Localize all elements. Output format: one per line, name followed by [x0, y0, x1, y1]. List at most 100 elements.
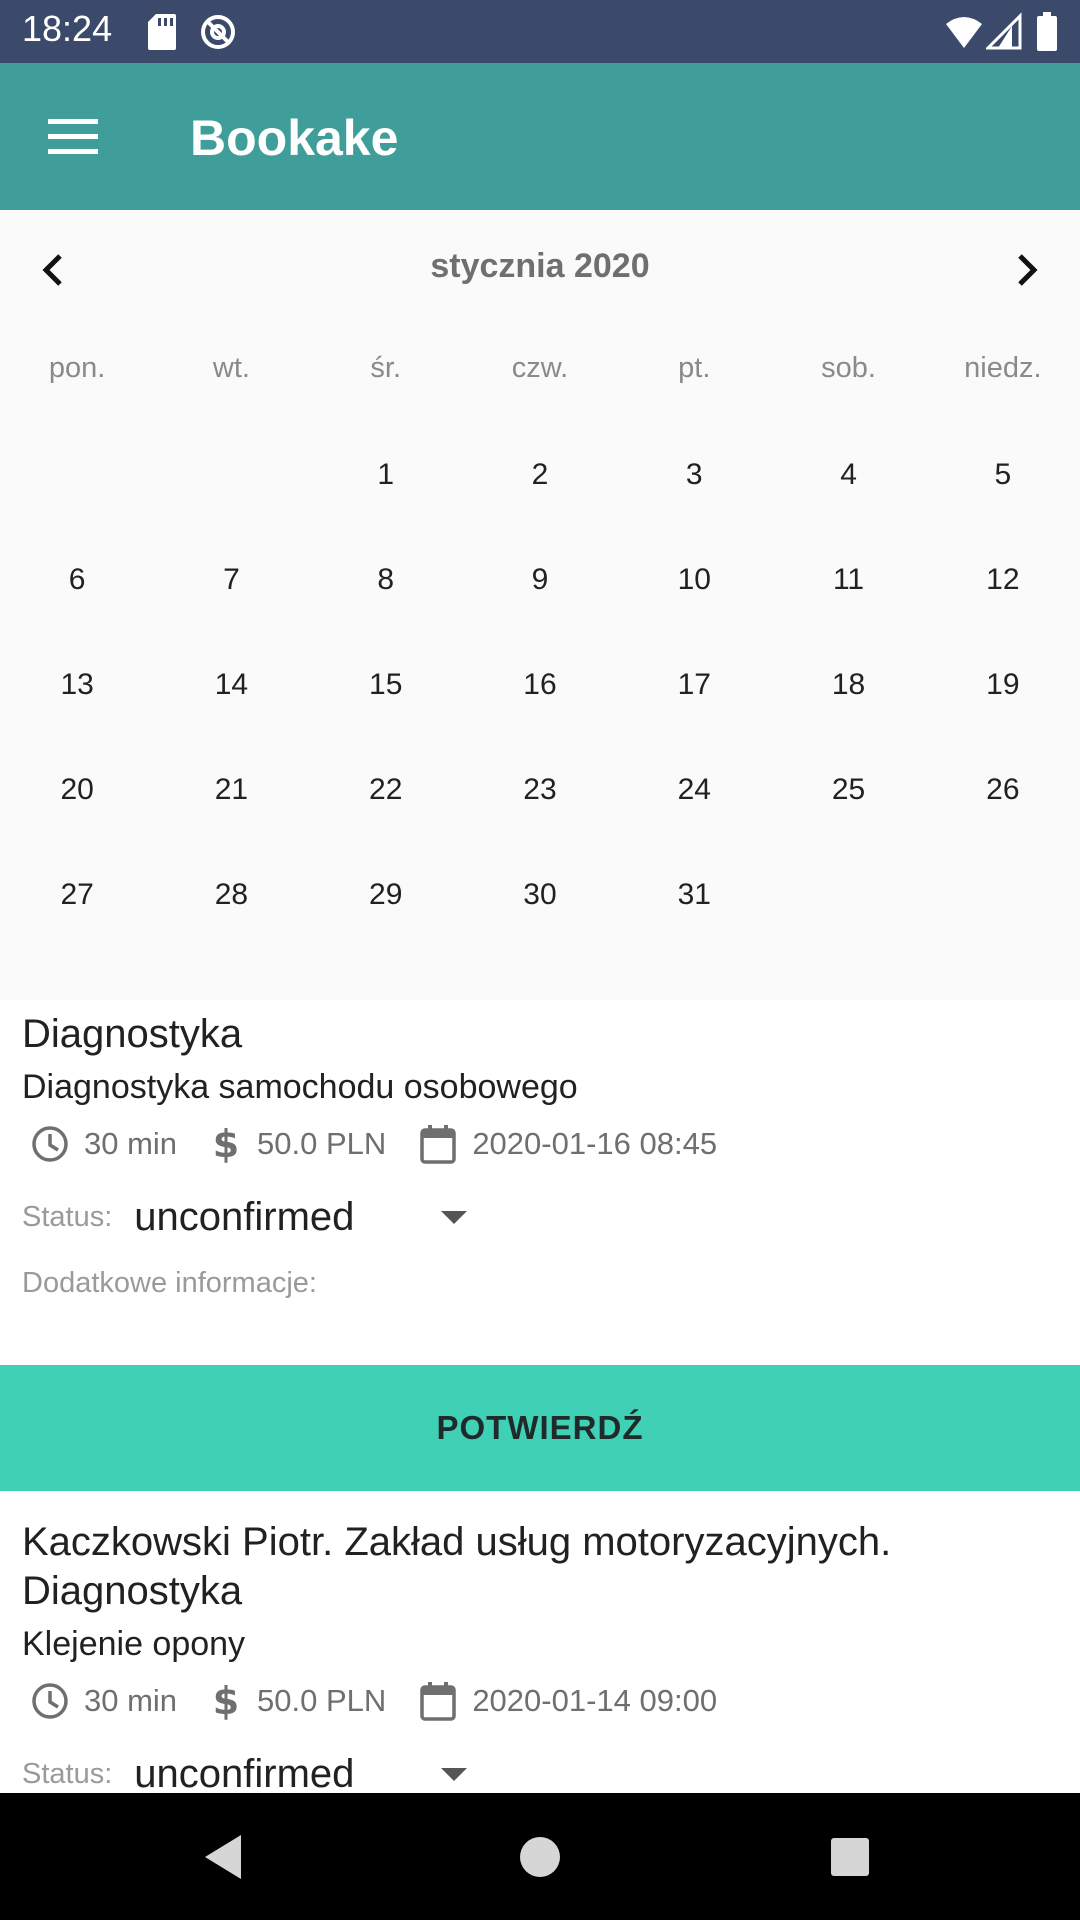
- calendar-day-empty: [771, 875, 925, 980]
- calendar-day-empty: [0, 455, 154, 560]
- dollar-icon: $: [213, 1681, 239, 1721]
- calendar-week-row: 27 28 29 30 31: [0, 875, 1080, 980]
- menu-button[interactable]: [26, 99, 120, 175]
- calendar: stycznia 2020 pon. wt. śr. czw. pt. sob.…: [0, 210, 1080, 1000]
- svg-text:$: $: [213, 1681, 239, 1721]
- weekday-label: pon.: [48, 352, 106, 384]
- hamburger-menu-icon: [48, 119, 98, 154]
- calendar-day[interactable]: 17: [617, 665, 771, 770]
- calendar-week-row: 1 2 3 4 5: [0, 455, 1080, 560]
- calendar-day[interactable]: 11: [771, 560, 925, 665]
- recents-button[interactable]: [820, 1827, 880, 1887]
- booking-service: Klejenie opony: [22, 1625, 246, 1663]
- booking-duration-text: 30 min: [84, 1126, 178, 1161]
- calendar-day[interactable]: 30: [463, 875, 617, 980]
- booking-title: Diagnostyka: [22, 1012, 243, 1056]
- calendar-week-row: 6 7 8 9 10 11 12: [0, 560, 1080, 665]
- status-dropdown[interactable]: unconfirmed: [134, 1195, 469, 1240]
- calendar-day[interactable]: 2: [463, 455, 617, 560]
- booking-list[interactable]: Diagnostyka Diagnostyka samochodu osobow…: [0, 1000, 1080, 1793]
- calendar-day[interactable]: 20: [0, 770, 154, 875]
- calendar-day[interactable]: 22: [309, 770, 463, 875]
- calendar-day[interactable]: 5: [926, 455, 1080, 560]
- svg-text:$: $: [213, 1124, 239, 1164]
- booking-date: 2020-01-16 08:45: [418, 1123, 717, 1165]
- booking-card: Kaczkowski Piotr. Zakład usług motoryzac…: [0, 1518, 1080, 1793]
- next-month-button[interactable]: [996, 240, 1056, 300]
- calendar-day[interactable]: 15: [309, 665, 463, 770]
- status-bar: 18:24: [0, 0, 1080, 63]
- calendar-day[interactable]: 8: [309, 560, 463, 665]
- calendar-day[interactable]: 23: [463, 770, 617, 875]
- weekday-label: czw.: [511, 352, 569, 384]
- calendar-day[interactable]: 18: [771, 665, 925, 770]
- booking-duration: 30 min: [30, 1124, 177, 1164]
- booking-date: 2020-01-14 09:00: [418, 1680, 717, 1722]
- sd-card-icon: [148, 14, 176, 50]
- calendar-icon: [420, 1682, 457, 1721]
- calendar-grid: 1 2 3 4 5 6 7 8 9 10 11 12 13 14 15 16 1…: [0, 455, 1080, 980]
- calendar-day[interactable]: 28: [154, 875, 308, 980]
- calendar-day[interactable]: 21: [154, 770, 308, 875]
- calendar-day[interactable]: 26: [926, 770, 1080, 875]
- weekday-label: sob.: [821, 352, 876, 384]
- booking-price-text: 50.0 PLN: [257, 1126, 387, 1161]
- calendar-day[interactable]: 14: [154, 665, 308, 770]
- calendar-day[interactable]: 31: [617, 875, 771, 980]
- booking-date-text: 2020-01-14 09:00: [472, 1683, 718, 1718]
- calendar-day[interactable]: 9: [463, 560, 617, 665]
- additional-info-label: Dodatkowe informacje:: [22, 1267, 317, 1299]
- clock-icon: [32, 1126, 68, 1162]
- booking-service: Diagnostyka samochodu osobowego: [22, 1068, 578, 1106]
- booking-price-text: 50.0 PLN: [257, 1683, 387, 1718]
- calendar-day-empty: [926, 875, 1080, 980]
- calendar-day[interactable]: 25: [771, 770, 925, 875]
- calendar-icon: [420, 1125, 457, 1164]
- booking-date-text: 2020-01-16 08:45: [472, 1126, 718, 1161]
- home-circle-icon: [520, 1837, 560, 1877]
- booking-duration: 30 min: [30, 1681, 177, 1721]
- app-title: Bookake: [190, 110, 399, 166]
- calendar-day[interactable]: 29: [309, 875, 463, 980]
- recents-square-icon: [831, 1838, 869, 1876]
- calendar-day[interactable]: 16: [463, 665, 617, 770]
- booking-status-row: Status: unconfirmed: [22, 1744, 1080, 1793]
- dropdown-arrow-icon: [441, 1768, 468, 1781]
- calendar-day[interactable]: 10: [617, 560, 771, 665]
- home-button[interactable]: [510, 1827, 570, 1887]
- calendar-day[interactable]: 1: [309, 455, 463, 560]
- dollar-icon: $: [213, 1124, 239, 1164]
- calendar-day[interactable]: 6: [0, 560, 154, 665]
- status-value: unconfirmed: [134, 1194, 355, 1239]
- calendar-day[interactable]: 24: [617, 770, 771, 875]
- cell-signal-icon: [986, 12, 1022, 50]
- calendar-day[interactable]: 3: [617, 455, 771, 560]
- back-button[interactable]: [195, 1827, 255, 1887]
- status-time: 18:24: [22, 8, 113, 49]
- calendar-day[interactable]: 4: [771, 455, 925, 560]
- calendar-week-row: 20 21 22 23 24 25 26: [0, 770, 1080, 875]
- weekday-label: niedz.: [964, 352, 1042, 384]
- calendar-day[interactable]: 19: [926, 665, 1080, 770]
- booking-price: $ 50.0 PLN: [209, 1681, 386, 1721]
- confirm-button[interactable]: POTWIERDŹ: [0, 1365, 1080, 1491]
- status-label: Status:: [22, 1200, 113, 1233]
- wifi-icon: [946, 17, 982, 48]
- booking-card: Diagnostyka Diagnostyka samochodu osobow…: [0, 1010, 1080, 1300]
- booking-duration-text: 30 min: [84, 1683, 178, 1718]
- weekday-label: wt.: [212, 352, 250, 384]
- sync-disabled-icon: [201, 15, 235, 49]
- calendar-weekday-header: pon. wt. śr. czw. pt. sob. niedz.: [0, 352, 1080, 385]
- booking-meta: 30 min $ 50.0 PLN 2020-01-14 09:00: [30, 1678, 1080, 1724]
- status-dropdown[interactable]: unconfirmed: [134, 1752, 469, 1793]
- app-bar: Bookake: [0, 63, 1080, 210]
- calendar-day[interactable]: 27: [0, 875, 154, 980]
- calendar-day-empty: [154, 455, 308, 560]
- booking-price: $ 50.0 PLN: [209, 1124, 386, 1164]
- calendar-day[interactable]: 12: [926, 560, 1080, 665]
- back-triangle-icon: [205, 1835, 241, 1879]
- calendar-day[interactable]: 7: [154, 560, 308, 665]
- calendar-day[interactable]: 13: [0, 665, 154, 770]
- calendar-week-row: 13 14 15 16 17 18 19: [0, 665, 1080, 770]
- weekday-label: pt.: [678, 352, 711, 384]
